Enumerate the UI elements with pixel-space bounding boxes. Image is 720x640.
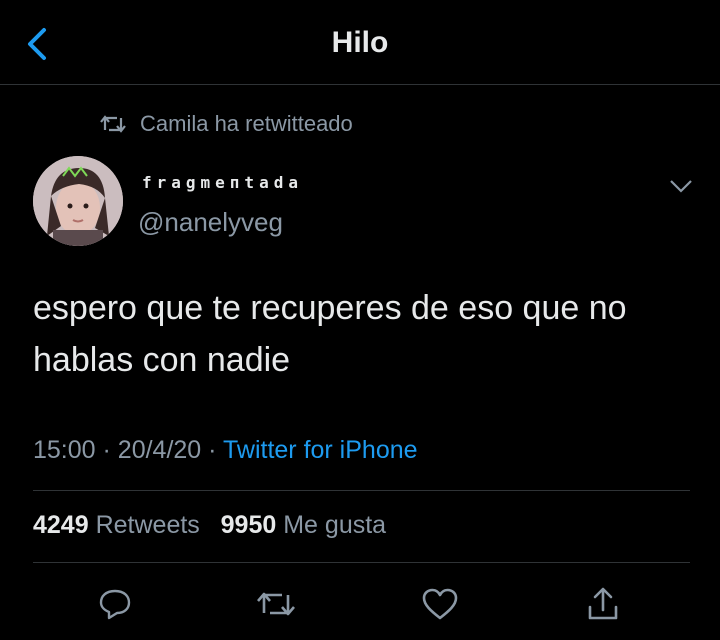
like-button[interactable] <box>418 584 462 624</box>
retweeted-by-notice[interactable]: Camila ha retwitteado <box>100 110 353 138</box>
author-handle[interactable]: @nanelyveg <box>138 207 283 238</box>
retweets-stat[interactable]: 4249 Retweets <box>33 511 207 539</box>
author-display-name[interactable]: fragmeпtada <box>142 173 303 192</box>
tweet-source-link[interactable]: Twitter for iPhone <box>223 436 418 464</box>
likes-label: Me gusta <box>283 511 387 539</box>
share-button[interactable] <box>581 584 625 624</box>
retweets-label: Retweets <box>95 511 200 539</box>
likes-stat[interactable]: 9950 Me gusta <box>221 511 386 539</box>
tweet-stats: 4249 Retweets 9950 Me gusta <box>33 511 386 540</box>
heart-icon <box>422 588 458 620</box>
reply-button[interactable] <box>93 584 137 624</box>
tweet-text: espero que te recuperes de eso que no ha… <box>33 289 627 379</box>
retweet-icon <box>100 115 126 133</box>
divider <box>33 562 690 563</box>
retweets-count: 4249 <box>33 511 89 539</box>
retweeted-by-label: Camila ha retwitteado <box>140 111 353 136</box>
retweet-button[interactable] <box>254 584 298 624</box>
retweet-icon <box>257 592 295 616</box>
tweet-time: 15:00 <box>33 436 96 464</box>
chevron-down-icon <box>670 180 692 193</box>
avatar[interactable] <box>33 156 123 246</box>
nav-divider <box>0 84 720 85</box>
more-options-button[interactable] <box>668 176 694 196</box>
share-icon <box>588 587 618 620</box>
likes-count: 9950 <box>220 511 277 539</box>
page-title: Hilo <box>331 26 389 59</box>
divider <box>33 490 690 491</box>
tweet-meta: 15:00 · 20/4/20 · Twitter for iPhone <box>33 436 418 464</box>
tweet-date: 20/4/20 <box>117 436 202 464</box>
reply-icon <box>99 589 131 620</box>
